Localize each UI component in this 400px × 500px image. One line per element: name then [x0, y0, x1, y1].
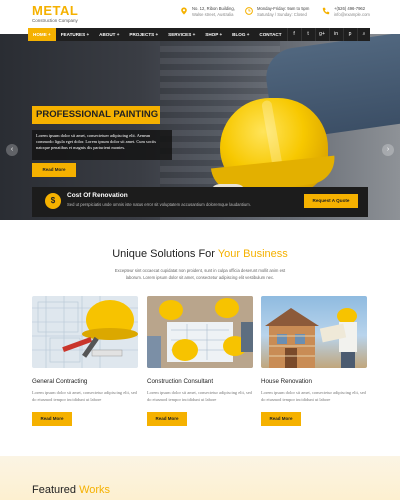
solutions-description: Excepteur sint occaecat cupidatat non pr…: [114, 268, 286, 280]
cost-description: Sed ut perspiciatis unde omnis iste natu…: [67, 202, 251, 207]
google-plus-icon[interactable]: g+: [314, 28, 329, 41]
team-meeting-image: [147, 296, 253, 368]
card-description: Lorem ipsum dolor sit amet, consectetur …: [261, 390, 366, 402]
dollar-icon: $: [45, 193, 61, 209]
social-links: f t g+ in p ⌕: [286, 28, 371, 41]
cost-title: Cost Of Renovation: [67, 192, 128, 199]
logo-tagline: Construction Company: [32, 18, 78, 23]
nav-services[interactable]: SERVICES +: [163, 28, 200, 41]
featured-heading-plain: Featured: [32, 484, 80, 496]
nav-blog[interactable]: BLOG +: [227, 28, 254, 41]
clock-icon: [245, 7, 253, 15]
slider-prev-arrow[interactable]: ‹: [6, 144, 18, 156]
phone-icon: [322, 7, 330, 15]
pinterest-icon[interactable]: p: [342, 28, 357, 41]
main-nav: HOME + FEATURES + ABOUT + PROJECTS + SER…: [28, 28, 370, 41]
card-read-more-button[interactable]: Read More: [261, 412, 301, 426]
card-read-more-button[interactable]: Read More: [147, 412, 187, 426]
card-title: General Contracting: [32, 378, 88, 385]
address-line-2: Walse street, Australia: [192, 12, 234, 17]
linkedin-icon[interactable]: in: [328, 28, 343, 41]
card-title: House Renovation: [261, 378, 312, 385]
facebook-icon[interactable]: f: [286, 28, 301, 41]
nav-projects[interactable]: PROJECTS +: [124, 28, 163, 41]
email-address[interactable]: info@example.com: [334, 12, 370, 18]
nav-features[interactable]: FEATURES +: [56, 28, 94, 41]
card-description: Lorem ipsum dolor sit amet, consectetur …: [32, 390, 137, 402]
blueprint-tools-image: [32, 296, 138, 368]
hours-info: Monday-Friday: 9am to 5pm Saturday / Sun…: [245, 6, 309, 18]
nav-about[interactable]: ABOUT +: [94, 28, 124, 41]
solutions-heading-highlight: Your Business: [217, 248, 288, 260]
solutions-heading: Unique Solutions For Your Business: [0, 248, 400, 260]
featured-works-section: Featured Works: [0, 456, 400, 500]
card-description: Lorem ipsum dolor sit amet, consectetur …: [147, 390, 252, 402]
service-card-general-contracting: General Contracting Lorem ipsum dolor si…: [32, 296, 138, 426]
featured-works-heading: Featured Works: [32, 484, 110, 496]
phone-number[interactable]: +(526) 496-7962: [334, 6, 365, 11]
logo-name: METAL: [32, 3, 79, 18]
card-title: Construction Consultant: [147, 378, 214, 385]
service-card-house-renovation: House Renovation Lorem ipsum dolor sit a…: [261, 296, 367, 426]
hero-title: PROFESSIONAL PAINTING: [32, 106, 160, 124]
map-pin-icon: [180, 7, 188, 15]
featured-heading-highlight: Works: [79, 484, 111, 496]
solutions-heading-plain: Unique Solutions For: [112, 248, 218, 260]
hero-description: Lorem ipsum dolor sit amet, consectetuer…: [32, 130, 172, 160]
nav-shop[interactable]: SHOP +: [200, 28, 227, 41]
request-quote-button[interactable]: Request A Quote: [304, 194, 358, 208]
card-read-more-button[interactable]: Read More: [32, 412, 72, 426]
cost-of-renovation-banner: $ Cost Of Renovation Sed ut perspiciatis…: [32, 187, 368, 217]
nav-contact[interactable]: CONTACT: [254, 28, 286, 41]
top-bar: METAL Construction Company No. 12, Ribon…: [0, 0, 400, 28]
address-info: No. 12, Ribon Building, Walse street, Au…: [180, 6, 235, 18]
nav-home[interactable]: HOME +: [28, 28, 56, 41]
address-line-1: No. 12, Ribon Building,: [192, 6, 235, 11]
hours-line-2: Saturday / Sunday: Closed: [257, 12, 307, 17]
search-icon[interactable]: ⌕: [356, 28, 371, 41]
slider-next-arrow[interactable]: ›: [382, 144, 394, 156]
house-renovation-image: [261, 296, 367, 368]
hours-line-1: Monday-Friday: 9am to 5pm: [257, 6, 310, 11]
contact-info: +(526) 496-7962 info@example.com: [322, 6, 370, 18]
twitter-icon[interactable]: t: [300, 28, 315, 41]
hero-read-more-button[interactable]: Read More: [32, 163, 76, 177]
service-card-construction-consultant: Construction Consultant Lorem ipsum dolo…: [147, 296, 253, 426]
logo[interactable]: METAL Construction Company: [32, 3, 79, 23]
